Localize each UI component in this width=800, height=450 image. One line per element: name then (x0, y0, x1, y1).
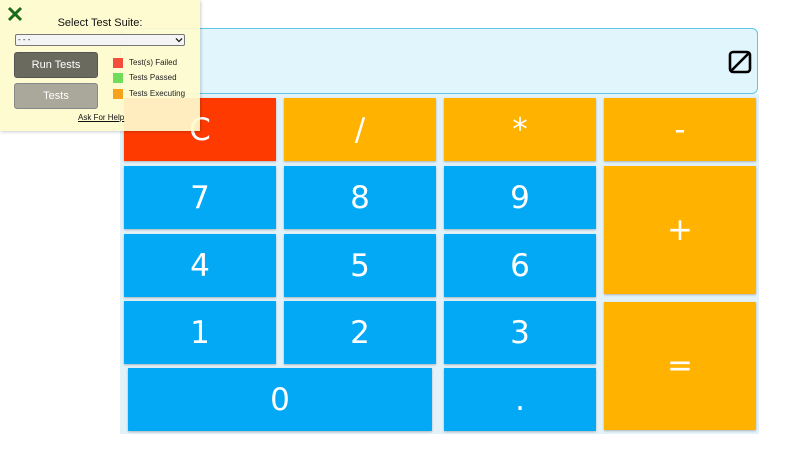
digit-7-button[interactable]: 7 (124, 166, 276, 229)
tests-button[interactable]: Tests (14, 83, 98, 109)
passed-swatch (113, 72, 123, 83)
legend-passed-label: Tests Passed (129, 73, 177, 82)
digit-6-button[interactable]: 6 (444, 234, 596, 297)
legend-passed: Tests Passed (113, 72, 177, 83)
digit-4-button[interactable]: 4 (124, 234, 276, 297)
digit-9-button[interactable]: 9 (444, 166, 596, 229)
digit-0-button[interactable]: 0 (128, 368, 432, 431)
legend-failed-label: Test(s) Failed (129, 58, 178, 67)
digit-1-button[interactable]: 1 (124, 301, 276, 364)
calculator-display (120, 28, 758, 94)
multiply-button[interactable]: * (444, 98, 596, 161)
test-suite-title: Select Test Suite: (57, 17, 143, 29)
chevron-down-icon (175, 38, 183, 43)
test-suite-select-value: - - - (18, 35, 31, 44)
toggle-icon[interactable] (727, 49, 753, 75)
subtract-button[interactable]: - (604, 98, 756, 161)
divide-button[interactable]: / (284, 98, 436, 161)
legend-executing: Tests Executing (113, 88, 185, 99)
failed-swatch (113, 57, 123, 68)
run-tests-button[interactable]: Run Tests (14, 52, 98, 78)
legend-executing-label: Tests Executing (129, 89, 186, 98)
legend-failed: Test(s) Failed (113, 57, 177, 68)
equals-button[interactable]: = (604, 302, 756, 430)
add-button[interactable]: + (604, 166, 756, 294)
digit-8-button[interactable]: 8 (284, 166, 436, 229)
executing-swatch (113, 88, 123, 99)
test-suite-select[interactable]: - - - (15, 34, 185, 46)
digit-3-button[interactable]: 3 (444, 301, 596, 364)
digit-5-button[interactable]: 5 (284, 234, 436, 297)
ask-for-help-link[interactable]: Ask For Help (78, 113, 124, 122)
test-panel: Select Test Suite: - - - Run Tests Tests… (0, 0, 200, 131)
digit-2-button[interactable]: 2 (284, 301, 436, 364)
decimal-button[interactable]: . (444, 368, 596, 431)
